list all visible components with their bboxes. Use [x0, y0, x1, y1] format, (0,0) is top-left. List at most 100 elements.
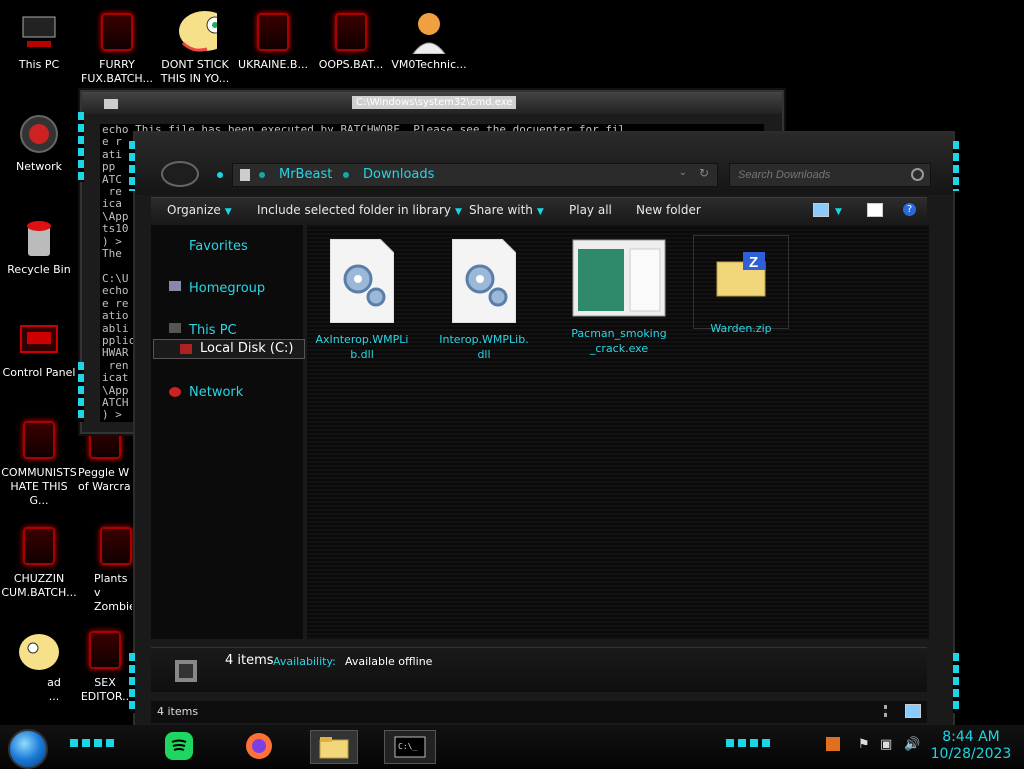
explorer-window[interactable]: MrBeast Downloads ⌄ ↻ Organize▼ Include …: [129, 131, 959, 729]
breadcrumb-downloads[interactable]: Downloads: [363, 167, 434, 182]
status-bar: 4 items: [151, 701, 927, 723]
organize-button[interactable]: Organize ▼: [167, 203, 232, 217]
nav-dot-icon: [217, 172, 223, 178]
desktop-icon-communists[interactable]: COMMUNISTS HATE THIS G...: [0, 418, 78, 508]
desktop-icon-chuzzin[interactable]: CHUZZIN CUM.BATCH...: [0, 524, 78, 600]
desktop-icon-sex-editor[interactable]: SEX EDITOR..: [78, 628, 132, 704]
svg-text:Z: Z: [749, 254, 758, 271]
system-clock[interactable]: 8:44 AM 10/28/2023: [930, 729, 1012, 763]
status-item-count: 4 items: [157, 705, 199, 718]
desktop-icon-oops[interactable]: OOPS.BAT...: [312, 10, 390, 72]
cmd-system-icon: [104, 99, 118, 109]
nav-homegroup[interactable]: Homegroup: [189, 281, 265, 296]
action-center-flag-icon[interactable]: ⚑: [858, 737, 870, 752]
file-item-axinterop[interactable]: AxInterop.WMPLib.dll: [315, 238, 409, 362]
batch-file-icon: [83, 628, 127, 672]
breadcrumb-separator-icon: [259, 172, 265, 178]
desktop-icon-plants-zombies[interactable]: Plants v Zombies.l: [78, 524, 132, 614]
start-button[interactable]: [8, 729, 48, 769]
address-bar[interactable]: MrBeast Downloads ⌄ ↻: [232, 163, 718, 187]
batch-file-icon: [17, 418, 61, 462]
recycle-bin-icon: [17, 215, 61, 259]
frame-accent-left: [78, 112, 84, 182]
desktop-icon-vm0technic[interactable]: VM0Technic...: [390, 10, 468, 72]
spotify-icon: [165, 732, 193, 760]
desktop-icon-this-pc[interactable]: This PC: [0, 10, 78, 72]
details-pane: 4 items Availability: Available offline: [151, 647, 927, 692]
details-item-count: 4 items: [225, 653, 274, 668]
network-tray-icon[interactable]: ▣: [880, 737, 892, 752]
firefox-taskbar-button[interactable]: [238, 730, 280, 762]
nav-network[interactable]: Network: [189, 385, 243, 400]
taskbar-accent: [726, 739, 770, 747]
help-icon[interactable]: ?: [903, 203, 916, 216]
nav-this-pc[interactable]: This PC: [189, 323, 237, 338]
nav-local-disk[interactable]: Local Disk (C:): [153, 339, 305, 359]
details-availability-label: Availability:: [273, 655, 336, 668]
file-name: Interop.WMPLib.dll: [439, 333, 529, 361]
navigation-pane: Favorites Homegroup This PC Local Disk (…: [151, 225, 305, 639]
computer-icon: [169, 323, 181, 333]
search-icon[interactable]: [911, 168, 924, 181]
file-item-warden[interactable]: Z Warden.zip: [693, 235, 789, 335]
desktop-icon-ad[interactable]: ad ...: [0, 628, 78, 704]
frame-accent-left-lower: [78, 362, 84, 422]
file-item-pacman[interactable]: Pacman_smoking_crack.exe: [569, 239, 669, 356]
batch-file-icon: [251, 10, 295, 54]
file-name: Pacman_smoking_crack.exe: [571, 327, 667, 355]
play-all-button[interactable]: Play all: [569, 203, 612, 217]
cartoon-character-icon: [17, 628, 61, 672]
file-name: AxInterop.WMPLib.dll: [315, 333, 409, 361]
desktop-icon-furry-batch[interactable]: FURRY FUX.BATCH...: [78, 10, 156, 86]
details-view-icon[interactable]: [884, 705, 895, 717]
details-availability-value: Available offline: [345, 655, 433, 668]
chevron-down-icon[interactable]: ⌄: [679, 167, 687, 178]
refresh-icon[interactable]: ↻: [699, 166, 709, 180]
include-folder-button[interactable]: Include selected folder in library ▼: [257, 203, 462, 217]
folder-icon: [319, 737, 349, 759]
preview-pane-icon[interactable]: [867, 203, 883, 217]
tray-app-icon[interactable]: [826, 737, 840, 751]
file-list: AxInterop.WMPLib.dll Interop.WMPLib.dll …: [307, 225, 929, 639]
desktop-icon-control-panel[interactable]: Control Panel: [0, 318, 78, 380]
drive-icon: [180, 344, 192, 354]
svg-text:C:\_: C:\_: [398, 742, 417, 751]
volume-icon[interactable]: 🔊: [904, 737, 920, 752]
new-folder-button[interactable]: New folder: [636, 203, 701, 217]
nav-favorites[interactable]: Favorites: [189, 239, 248, 254]
cmd-title: C:\Windows\system32\cmd.exe: [352, 96, 517, 109]
taskbar: C:\_ ⚑ ▣ 🔊 8:44 AM 10/28/2023: [0, 725, 1024, 769]
desktop-icon-ukraine[interactable]: UKRAINE.B...: [234, 10, 312, 72]
taskbar-accent: [70, 739, 114, 747]
cartoon-character-icon: [173, 10, 217, 54]
computer-icon: [17, 10, 61, 54]
view-options-icon[interactable]: [813, 203, 829, 217]
share-label: Share with: [469, 203, 533, 217]
desktop-icon-dont-stick[interactable]: DONT STICK THIS IN YO...: [156, 10, 234, 86]
network-globe-icon: [17, 112, 61, 156]
folder-thumbnail-icon: [175, 660, 197, 682]
desktop-icon-network[interactable]: Network: [0, 112, 78, 174]
cmd-titlebar[interactable]: C:\Windows\system32\cmd.exe: [82, 92, 782, 114]
batch-file-icon: [94, 524, 138, 568]
nav-local-disk-label: Local Disk (C:): [200, 341, 294, 356]
share-with-button[interactable]: Share with ▼: [469, 203, 544, 217]
file-item-interop[interactable]: Interop.WMPLib.dll: [437, 238, 531, 362]
homegroup-icon: [169, 281, 181, 291]
firefox-icon: [246, 733, 272, 759]
desktop-icon-recycle-bin[interactable]: Recycle Bin: [0, 215, 78, 277]
clock-time: 8:44 AM: [942, 729, 1000, 745]
zip-folder-icon: Z: [716, 252, 766, 297]
explorer-taskbar-button[interactable]: [310, 730, 358, 764]
cmd-taskbar-button[interactable]: C:\_: [384, 730, 436, 764]
search-box[interactable]: [729, 163, 931, 187]
exe-window-icon: [572, 239, 666, 317]
network-icon: [169, 387, 181, 397]
spotify-taskbar-button[interactable]: [158, 730, 200, 762]
back-forward-orb-icon[interactable]: [161, 161, 199, 187]
view-menu-chevron-icon[interactable]: ▼: [835, 203, 842, 217]
large-icons-view-icon[interactable]: [905, 704, 921, 718]
batch-file-icon: [329, 10, 373, 54]
search-input[interactable]: [736, 166, 910, 184]
breadcrumb-mrbeast[interactable]: MrBeast: [279, 167, 332, 182]
